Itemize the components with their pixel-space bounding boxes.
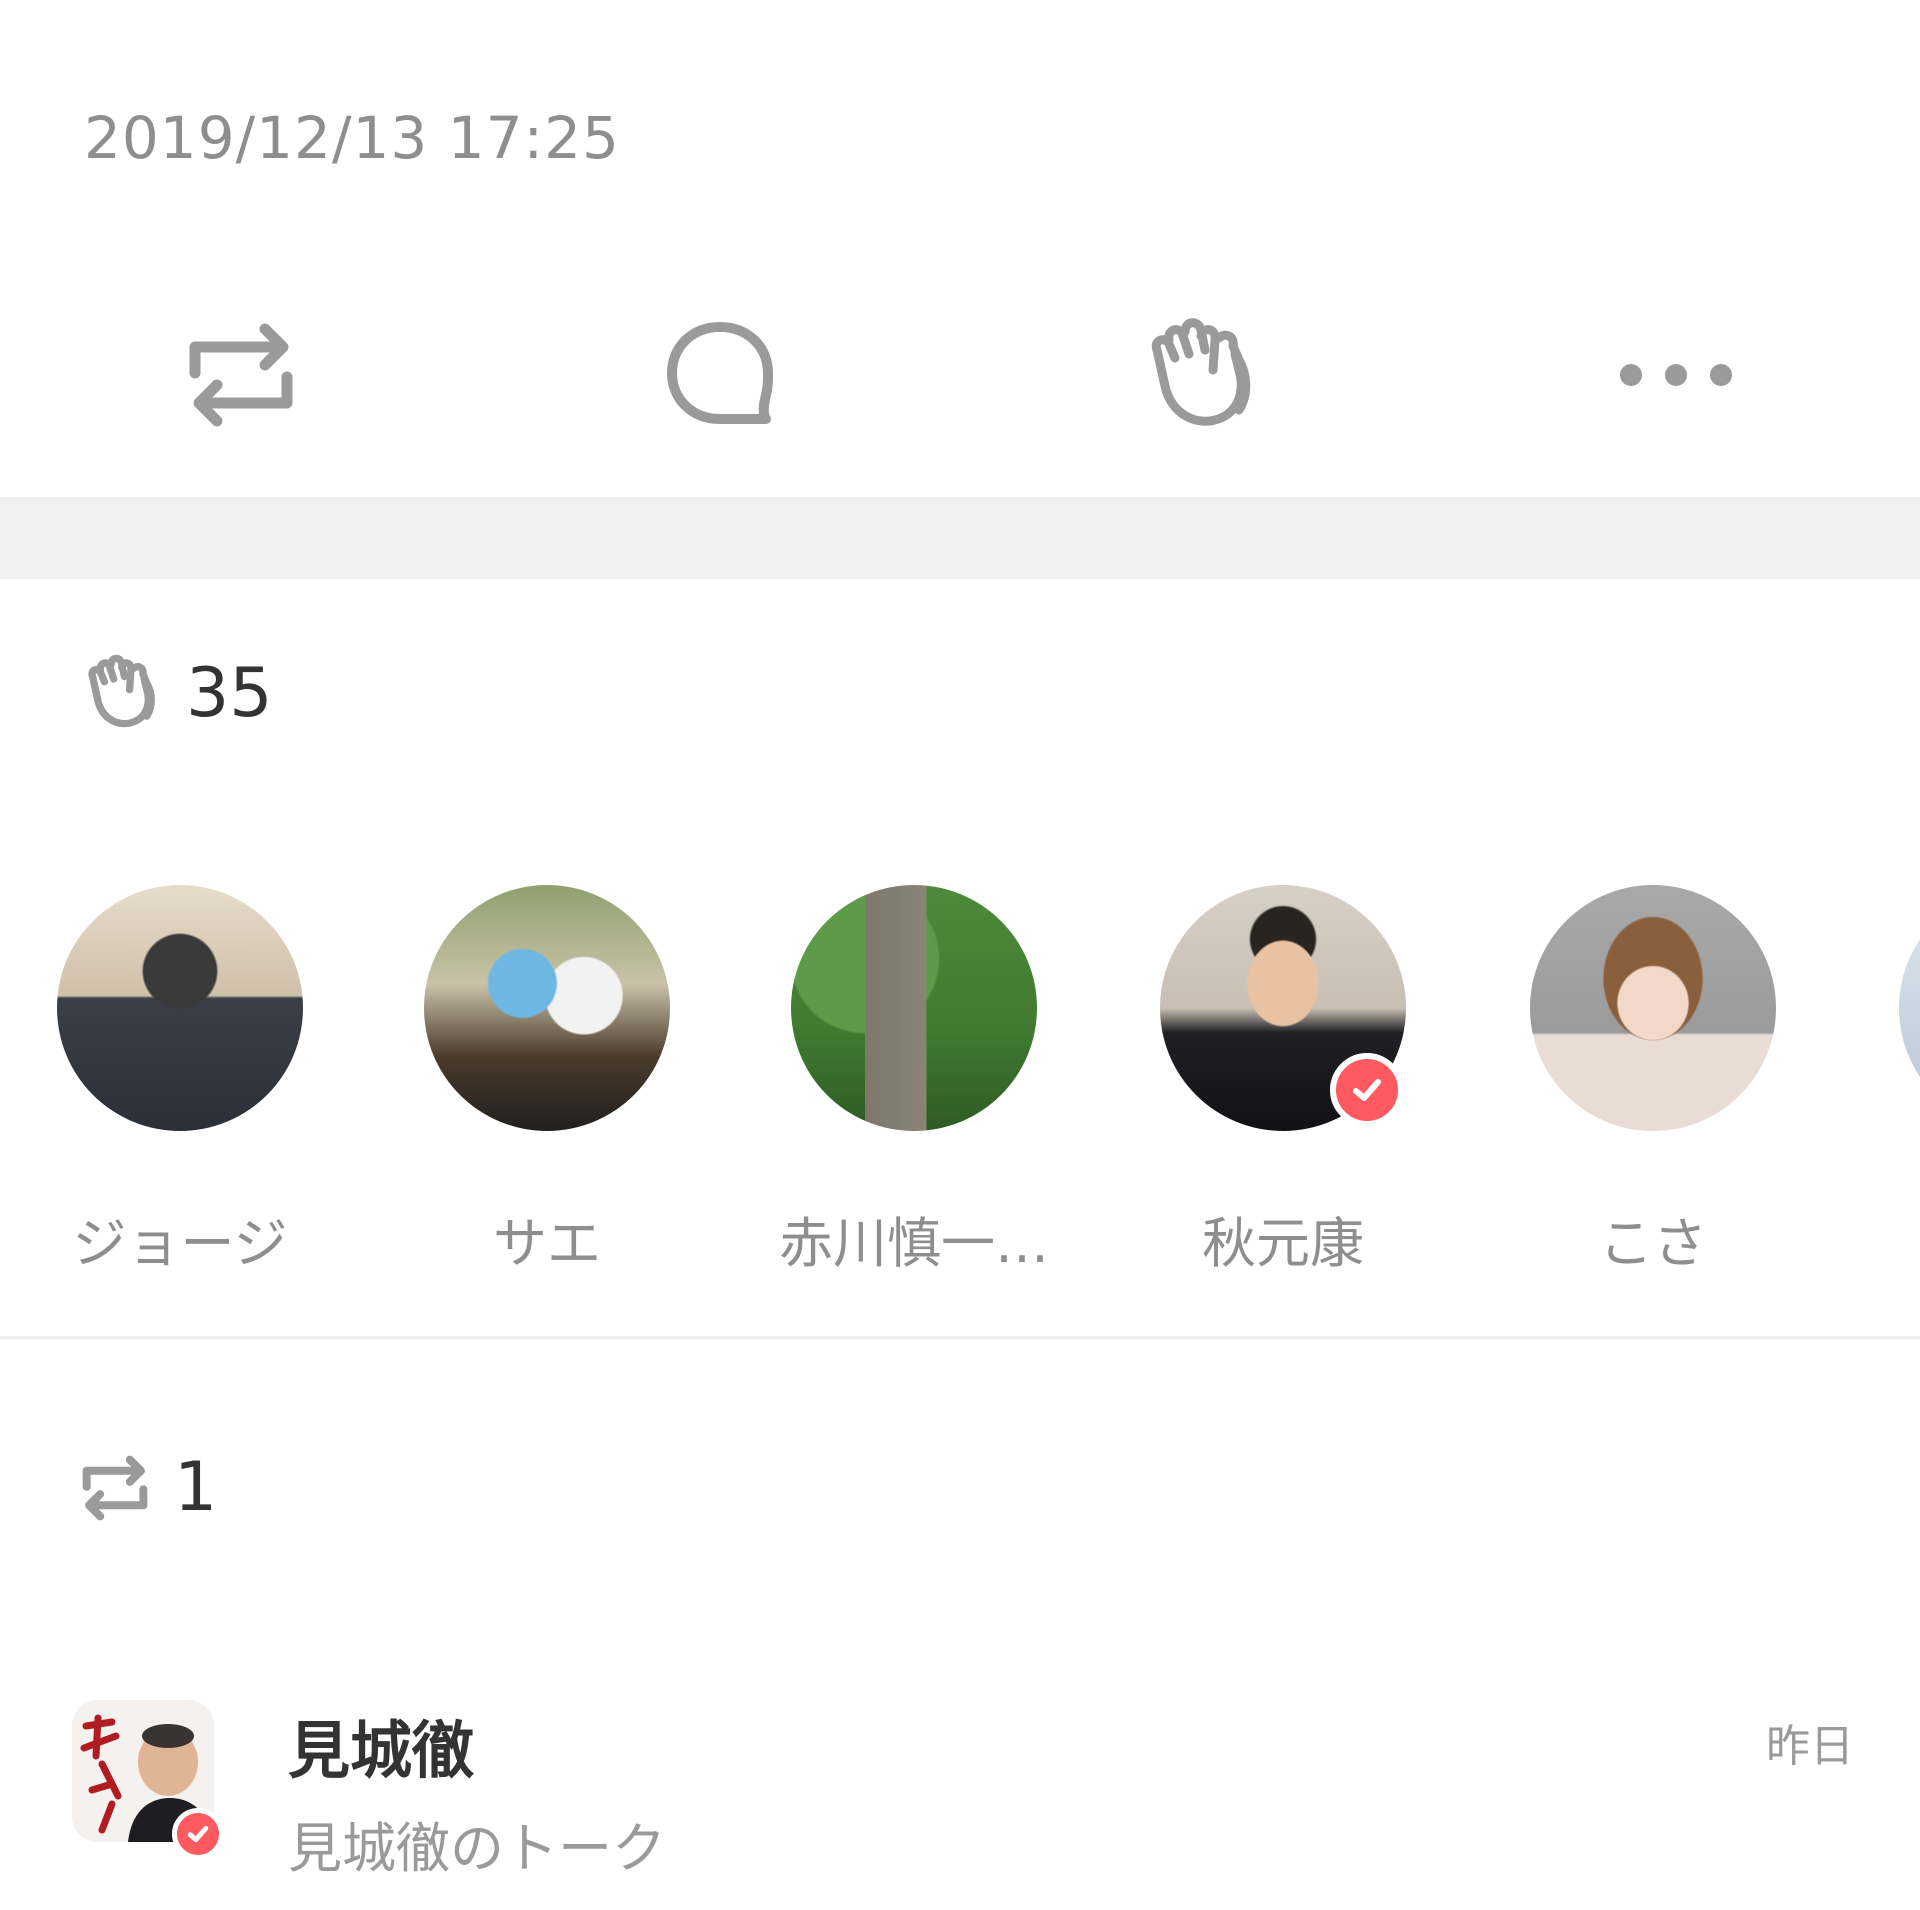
repost-button[interactable] <box>161 300 321 450</box>
repost-list-item[interactable]: 見城徹 見城徹のトーク 昨日 <box>0 1700 1920 1910</box>
avatar <box>1899 885 1920 1131</box>
action-bar <box>0 300 1920 450</box>
user-name: ジョージ <box>72 1212 288 1275</box>
comment-button[interactable] <box>640 300 800 450</box>
comment-icon <box>667 322 773 424</box>
clap-count: 35 <box>186 653 273 733</box>
repost-subtitle: 見城徹のトーク <box>288 1817 666 1880</box>
user-name: サエ <box>493 1212 601 1275</box>
user-name: 秋元康 <box>1202 1212 1364 1275</box>
repost-icon <box>189 323 293 427</box>
clap-user-4[interactable]: こさ <box>1503 885 1803 1278</box>
more-icon <box>1620 364 1732 386</box>
post-timestamp: 2019/12/13 17:25 <box>84 104 620 172</box>
repost-count: 1 <box>174 1448 218 1527</box>
divider <box>0 1336 1920 1339</box>
more-button[interactable] <box>1596 300 1756 450</box>
repost-user-name: 見城徹 <box>288 1714 475 1787</box>
repost-icon <box>82 1455 148 1520</box>
avatar <box>57 885 303 1131</box>
clap-user-partial[interactable] <box>1872 885 1920 1131</box>
user-name: 赤川慎一… <box>779 1212 1049 1275</box>
clap-user-0[interactable]: ジョージ <box>30 885 330 1278</box>
verified-badge <box>1330 1053 1404 1127</box>
avatar <box>1530 885 1776 1131</box>
clap-user-1[interactable]: サエ <box>397 885 697 1278</box>
verified-badge <box>172 1808 224 1860</box>
avatar <box>791 885 1037 1131</box>
section-separator <box>0 497 1920 579</box>
checkmark-icon <box>187 1825 209 1843</box>
clap-user-2[interactable]: 赤川慎一… <box>764 885 1064 1278</box>
repost-count-row[interactable]: 1 <box>78 1448 217 1527</box>
clap-icon <box>1151 318 1251 426</box>
clap-button[interactable] <box>1120 300 1280 450</box>
user-name: こさ <box>1599 1212 1707 1275</box>
avatar <box>424 885 670 1131</box>
clap-count-row[interactable]: 35 <box>78 650 273 736</box>
repost-time: 昨日 <box>1766 1721 1854 1772</box>
checkmark-icon <box>1353 1079 1381 1101</box>
clap-user-3[interactable]: 秋元康 <box>1133 885 1433 1278</box>
clap-icon <box>88 654 155 728</box>
clap-users-list: ジョージ サエ 赤川慎一… 秋元康 こさ <box>0 885 1920 1285</box>
